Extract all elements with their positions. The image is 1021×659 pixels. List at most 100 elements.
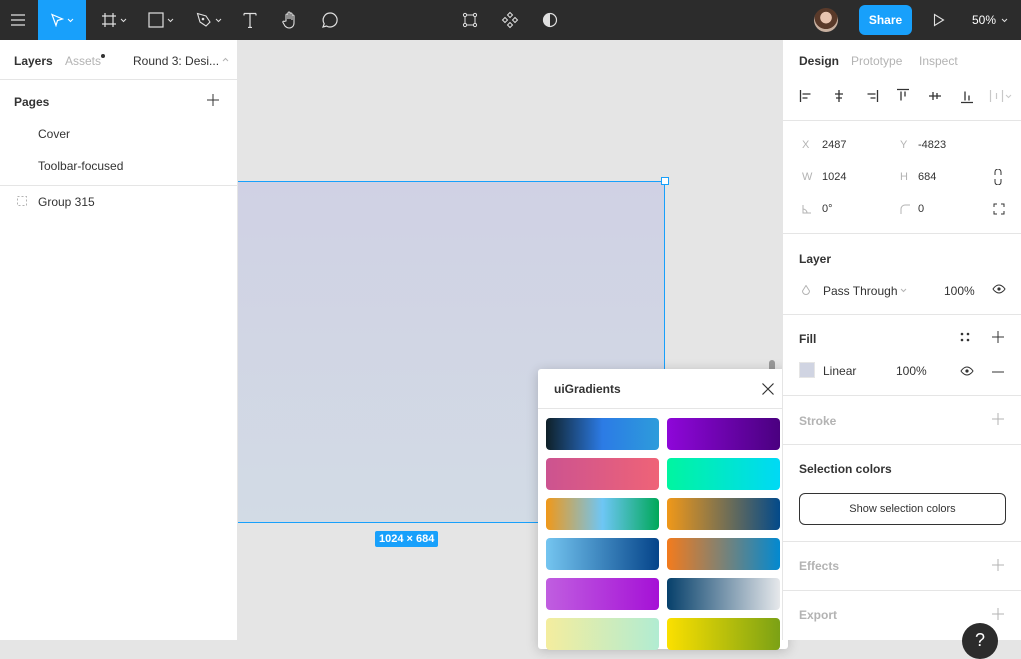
effects-title: Effects bbox=[799, 559, 840, 573]
fill-type[interactable]: Linear bbox=[823, 364, 856, 378]
x-input[interactable]: 2487 bbox=[822, 139, 846, 151]
corner-radius-icon bbox=[900, 204, 910, 214]
pages-title: Pages bbox=[14, 95, 50, 109]
align-left-icon[interactable] bbox=[799, 88, 815, 104]
fill-color-swatch[interactable] bbox=[799, 362, 815, 378]
remove-fill-icon[interactable] bbox=[992, 371, 1004, 373]
selection-colors-title: Selection colors bbox=[799, 462, 892, 476]
stroke-section: Stroke bbox=[783, 396, 1021, 445]
add-fill-icon[interactable] bbox=[992, 331, 1004, 343]
gradient-swatch[interactable] bbox=[667, 578, 780, 610]
left-panel: Layers Assets Round 3: Desi... Pages Cov… bbox=[0, 40, 238, 640]
text-tool-button[interactable] bbox=[238, 0, 262, 40]
align-horizontal-center-icon[interactable] bbox=[831, 88, 847, 104]
plugin-header: uiGradients bbox=[538, 369, 788, 409]
fill-opacity-input[interactable]: 100% bbox=[896, 364, 927, 378]
tab-layers[interactable]: Layers bbox=[14, 54, 53, 68]
share-button[interactable]: Share bbox=[859, 5, 912, 35]
y-input[interactable]: -4823 bbox=[918, 139, 946, 151]
pen-icon bbox=[196, 12, 211, 27]
constrain-proportions-icon[interactable] bbox=[993, 169, 1003, 185]
gradient-swatch[interactable] bbox=[667, 458, 780, 490]
present-button[interactable] bbox=[928, 0, 950, 40]
help-button[interactable]: ? bbox=[962, 623, 998, 659]
layer-title: Layer bbox=[799, 252, 832, 266]
eye-icon[interactable] bbox=[960, 366, 974, 376]
group-dashed-icon bbox=[17, 196, 27, 206]
page-selector[interactable]: Round 3: Desi... bbox=[133, 54, 219, 68]
close-icon[interactable] bbox=[758, 379, 778, 399]
gradient-swatch[interactable] bbox=[667, 618, 780, 650]
frame-hash-icon bbox=[102, 13, 116, 27]
text-icon bbox=[243, 12, 257, 28]
show-selection-colors-button[interactable]: Show selection colors bbox=[799, 493, 1006, 525]
independent-corners-icon[interactable] bbox=[993, 203, 1005, 215]
page-item-toolbar-focused[interactable]: Toolbar-focused bbox=[38, 159, 123, 173]
add-stroke-icon[interactable] bbox=[992, 413, 1004, 425]
gradient-swatch[interactable] bbox=[546, 578, 659, 610]
gradient-swatch[interactable] bbox=[546, 418, 659, 450]
edit-object-button[interactable] bbox=[458, 0, 482, 40]
stroke-title: Stroke bbox=[799, 414, 837, 428]
add-effect-icon[interactable] bbox=[992, 559, 1004, 571]
move-arrow-icon bbox=[50, 13, 64, 27]
align-vertical-center-icon[interactable] bbox=[927, 88, 943, 104]
blend-mode-dropdown[interactable]: Pass Through bbox=[823, 284, 898, 298]
gradient-swatch[interactable] bbox=[546, 458, 659, 490]
toolbar: Share 50% bbox=[0, 0, 1021, 40]
shape-tool-button[interactable] bbox=[143, 0, 179, 40]
hand-tool-button[interactable] bbox=[278, 0, 302, 40]
align-right-icon[interactable] bbox=[863, 88, 879, 104]
resize-handle-top-right[interactable] bbox=[661, 177, 669, 185]
gradient-swatch[interactable] bbox=[546, 538, 659, 570]
main-menu-button[interactable] bbox=[0, 0, 36, 40]
layer-name: Group 315 bbox=[38, 195, 95, 209]
rotation-icon bbox=[802, 205, 811, 214]
gradient-swatch[interactable] bbox=[667, 538, 780, 570]
chevron-up-icon[interactable] bbox=[222, 57, 229, 62]
tab-prototype[interactable]: Prototype bbox=[851, 54, 902, 68]
component-icon bbox=[501, 11, 519, 29]
chevron-down-icon bbox=[67, 18, 74, 22]
height-input[interactable]: 684 bbox=[918, 171, 936, 183]
user-avatar[interactable] bbox=[814, 8, 838, 32]
width-input[interactable]: 1024 bbox=[822, 171, 846, 183]
chevron-down-icon bbox=[120, 18, 127, 22]
hand-icon bbox=[282, 11, 295, 29]
align-top-icon[interactable] bbox=[895, 88, 911, 104]
layer-opacity-input[interactable]: 100% bbox=[944, 284, 975, 298]
pen-tool-button[interactable] bbox=[191, 0, 227, 40]
assets-notification-dot bbox=[101, 54, 105, 58]
fill-title: Fill bbox=[799, 332, 817, 346]
chevron-down-icon bbox=[1001, 18, 1008, 22]
tab-inspect[interactable]: Inspect bbox=[919, 54, 958, 68]
distribute-icon[interactable] bbox=[989, 88, 1013, 104]
align-bottom-icon[interactable] bbox=[959, 88, 975, 104]
add-export-icon[interactable] bbox=[992, 608, 1004, 620]
frame-tool-button[interactable] bbox=[96, 0, 132, 40]
rotation-input[interactable]: 0° bbox=[822, 203, 833, 215]
add-page-icon[interactable] bbox=[207, 94, 219, 106]
chevron-down-icon bbox=[215, 18, 222, 22]
mask-contrast-icon bbox=[542, 12, 558, 28]
components-button[interactable] bbox=[498, 0, 522, 40]
styles-grid-icon[interactable] bbox=[960, 332, 970, 342]
eye-icon[interactable] bbox=[992, 284, 1006, 294]
y-label: Y bbox=[900, 139, 908, 151]
comment-tool-button[interactable] bbox=[318, 0, 342, 40]
plugin-title: uiGradients bbox=[554, 382, 621, 396]
corner-radius-input[interactable]: 0 bbox=[918, 203, 924, 215]
zoom-dropdown[interactable]: 50% bbox=[972, 0, 1008, 40]
alignment-toolbar bbox=[783, 80, 1021, 121]
gradient-swatch[interactable] bbox=[667, 498, 780, 530]
move-tool-button[interactable] bbox=[38, 0, 86, 40]
gradient-swatch[interactable] bbox=[546, 618, 659, 650]
tab-assets[interactable]: Assets bbox=[65, 54, 101, 68]
tab-design[interactable]: Design bbox=[799, 54, 839, 68]
left-panel-tabs: Layers Assets Round 3: Desi... bbox=[0, 40, 237, 80]
gradient-swatch[interactable] bbox=[546, 498, 659, 530]
layer-item-group[interactable]: Group 315 bbox=[0, 192, 237, 216]
page-item-cover[interactable]: Cover bbox=[38, 127, 70, 141]
gradient-swatch[interactable] bbox=[667, 418, 780, 450]
mask-button[interactable] bbox=[538, 0, 562, 40]
